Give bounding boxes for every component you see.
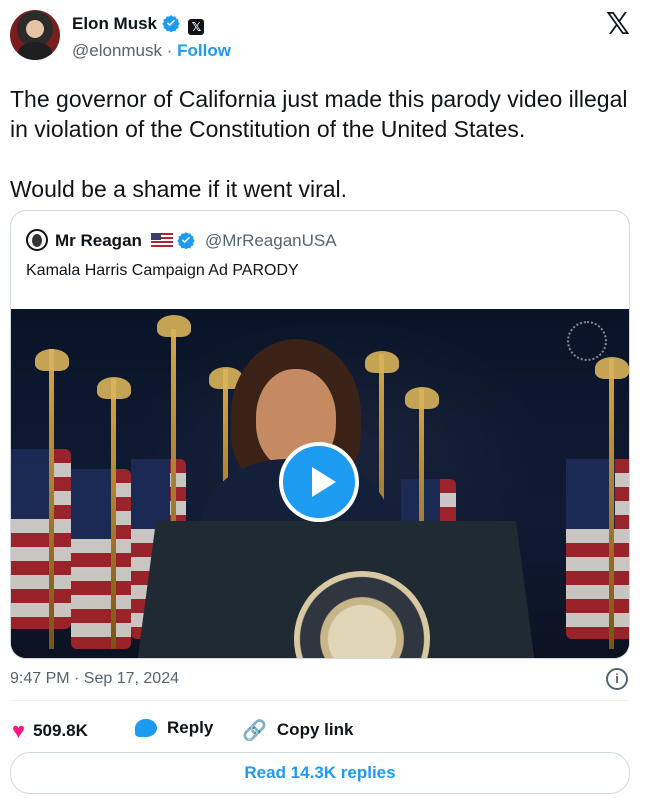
us-flag-icon [150, 233, 173, 247]
read-replies-button[interactable]: Read 14.3K replies [10, 752, 630, 794]
watermark-icon [567, 321, 607, 361]
reply-bubble-icon [135, 719, 157, 737]
flag-graphic [566, 459, 629, 639]
tweet-text: The governor of California just made thi… [10, 84, 635, 204]
like-button[interactable]: ♥ 509.8K [12, 718, 88, 744]
link-icon: 🔗 [242, 720, 267, 742]
author-handle[interactable]: @elonmusk [72, 41, 162, 60]
tweet-timestamp[interactable]: 9:47 PM · Sep 17, 2024 [10, 670, 179, 688]
reply-button[interactable]: Reply [135, 718, 213, 738]
eagle-finial [595, 357, 629, 379]
quoted-author-name-row[interactable]: Mr Reagan [55, 231, 196, 251]
flag-graphic [11, 449, 71, 629]
handle-separator: · [166, 41, 173, 60]
quoted-tweet-card[interactable]: Mr Reagan @MrReaganUSA Kamala Harris Cam… [10, 210, 630, 659]
verified-badge-icon [162, 15, 180, 33]
author-name[interactable]: Elon Musk [72, 14, 157, 33]
quoted-verified-badge-icon [177, 232, 196, 250]
author-name-row[interactable]: Elon Musk 𝕏 [72, 14, 205, 35]
quoted-tweet-text: Kamala Harris Campaign Ad PARODY [26, 262, 299, 279]
flag-pole [49, 349, 54, 649]
tweet-paragraph-2: Would be a shame if it went viral. [10, 176, 348, 202]
like-count: 509.8K [33, 721, 88, 740]
copy-link-button[interactable]: 🔗 Copy link [242, 718, 353, 743]
copy-link-label: Copy link [276, 720, 354, 739]
eagle-finial [157, 315, 191, 337]
info-icon[interactable]: i [606, 668, 628, 690]
heart-icon: ♥ [12, 718, 26, 743]
flag-graphic [71, 469, 131, 649]
quoted-author-handle[interactable]: @MrReaganUSA [205, 231, 337, 251]
reply-label: Reply [167, 718, 214, 737]
flag-pole [111, 379, 116, 649]
author-avatar[interactable] [10, 10, 60, 60]
quoted-author-name[interactable]: Mr Reagan [55, 231, 142, 250]
x-logo-icon[interactable]: 𝕏 [606, 10, 630, 40]
video-player[interactable] [11, 309, 629, 658]
follow-button[interactable]: Follow [177, 41, 231, 60]
quoted-author-avatar[interactable] [26, 229, 48, 251]
x-badge-icon: 𝕏 [188, 19, 205, 35]
author-handle-row: @elonmusk · Follow [72, 41, 231, 61]
tweet-paragraph-1: The governor of California just made thi… [10, 86, 628, 142]
eagle-finial [405, 387, 439, 409]
play-icon[interactable] [279, 442, 359, 522]
flag-pole [609, 359, 614, 649]
eagle-finial [35, 349, 69, 371]
eagle-finial [97, 377, 131, 399]
divider [10, 700, 628, 701]
